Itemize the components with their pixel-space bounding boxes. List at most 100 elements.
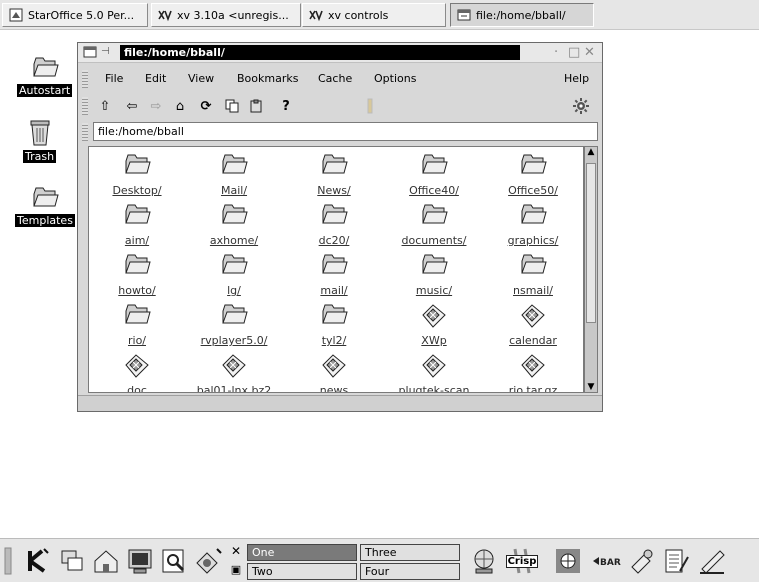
desktop-button-three[interactable]: Three — [360, 544, 460, 561]
item-name: rio.tar.gz — [508, 384, 558, 393]
window-title: file:/home/bball/ — [120, 45, 520, 60]
folder-item[interactable]: graphics/ — [485, 201, 581, 247]
menu-file[interactable]: File — [105, 72, 123, 85]
scrollbar-thumb[interactable] — [586, 163, 596, 323]
folder-item[interactable]: axhome/ — [186, 201, 282, 247]
notes-icon[interactable] — [660, 545, 692, 577]
folder-item[interactable]: howto/ — [89, 251, 185, 297]
file-item[interactable]: XWp — [386, 301, 482, 347]
home-icon[interactable]: ⌂ — [172, 98, 188, 114]
task-staroffice[interactable]: StarOffice 5.0 Per... — [2, 3, 148, 27]
desktop-icon-autostart[interactable]: Autostart — [17, 52, 73, 97]
window-menu-icon[interactable] — [83, 45, 97, 59]
maximize-icon[interactable]: □ — [568, 45, 580, 60]
locationbar-grip[interactable] — [82, 123, 88, 141]
folder-item[interactable]: rio/ — [89, 301, 185, 347]
file-item[interactable]: rio.tar.gz — [485, 351, 581, 393]
task-label: file:/home/bball/ — [476, 8, 566, 22]
menu-options[interactable]: Options — [374, 72, 416, 85]
close-icon[interactable]: ✕ — [584, 45, 595, 60]
folder-item[interactable]: News/ — [286, 151, 382, 197]
folder-item[interactable]: music/ — [386, 251, 482, 297]
file-browser-window: ⊣ file:/home/bball/ · □ ✕ File Edit View… — [77, 42, 603, 412]
desktop-button-one[interactable]: One — [247, 544, 357, 561]
desktop-button-four[interactable]: Four — [360, 563, 460, 580]
folder-item[interactable]: Desktop/ — [89, 151, 185, 197]
menubar-grip[interactable] — [82, 70, 88, 88]
menu-cache[interactable]: Cache — [318, 72, 352, 85]
svg-text:BAR: BAR — [600, 558, 621, 568]
folder-item[interactable]: aim/ — [89, 201, 185, 247]
kde-menu-icon[interactable] — [22, 545, 54, 577]
stop-icon[interactable] — [362, 98, 378, 114]
folder-item[interactable]: Office50/ — [485, 151, 581, 197]
task-label: xv controls — [328, 8, 389, 22]
folder-item[interactable]: lg/ — [186, 251, 282, 297]
item-name: music/ — [415, 284, 453, 297]
copy-icon[interactable] — [224, 98, 240, 114]
folder-item[interactable]: mail/ — [286, 251, 382, 297]
folder-icon — [219, 201, 249, 232]
task-label: xv 3.10a <unregis... — [177, 8, 289, 22]
folder-item[interactable]: dc20/ — [286, 201, 382, 247]
folder-item[interactable]: documents/ — [386, 201, 482, 247]
windows-icon[interactable] — [56, 545, 88, 577]
up-icon[interactable]: ⇧ — [97, 98, 113, 114]
folder-item[interactable]: tyl2/ — [286, 301, 382, 347]
baru-icon[interactable]: BAR — [590, 545, 622, 577]
item-name: lg/ — [227, 284, 241, 297]
task-file-browser[interactable]: file:/home/bball/ — [450, 3, 594, 27]
forward-icon[interactable]: ⇨ — [148, 98, 164, 114]
desktop-icon-label: Templates — [15, 214, 75, 227]
home-icon[interactable] — [90, 545, 122, 577]
menu-view[interactable]: View — [188, 72, 214, 85]
item-name: documents/ — [401, 234, 467, 247]
back-icon[interactable]: ⇦ — [124, 98, 140, 114]
find-icon[interactable] — [158, 545, 190, 577]
scroll-up-arrow-icon[interactable]: ▲ — [585, 147, 597, 157]
gear-icon[interactable] — [573, 98, 589, 114]
task-xv-controls[interactable]: xv controls — [302, 3, 446, 27]
globe-icon[interactable] — [468, 545, 500, 577]
crisp-icon[interactable]: Crisp — [505, 545, 539, 577]
network-icon[interactable] — [552, 545, 584, 577]
minimize-icon[interactable]: · — [554, 45, 558, 60]
folder-item[interactable]: Mail/ — [186, 151, 282, 197]
panel-handle[interactable] — [2, 545, 14, 577]
folder-item[interactable]: rvplayer5.0/ — [186, 301, 282, 347]
close-icon[interactable]: ✕ — [230, 543, 242, 559]
file-item[interactable]: doc — [89, 351, 185, 392]
sticky-pin-icon[interactable]: ⊣ — [101, 46, 110, 57]
file-item[interactable]: bal01-lnx.bz2 — [186, 351, 282, 392]
scroll-down-arrow-icon[interactable]: ▼ — [585, 382, 597, 392]
item-name: XWp — [421, 334, 447, 347]
item-name: plugtek-scan — [398, 384, 470, 393]
file-item[interactable]: news — [286, 351, 382, 392]
folder-icon — [32, 57, 59, 77]
task-xv[interactable]: xv 3.10a <unregis... — [151, 3, 301, 27]
vertical-scrollbar[interactable]: ▲ ▼ — [584, 146, 598, 393]
menu-bookmarks[interactable]: Bookmarks — [237, 72, 298, 85]
file-item[interactable]: calendar — [485, 301, 581, 347]
help-icon[interactable]: ? — [278, 98, 294, 114]
lock-icon[interactable]: ▣ — [230, 561, 242, 577]
settings-icon[interactable] — [192, 545, 224, 577]
menu-help[interactable]: Help — [564, 72, 589, 85]
toolbar-grip[interactable] — [82, 97, 88, 115]
reload-icon[interactable]: ⟳ — [198, 98, 214, 114]
tools-icon[interactable] — [626, 545, 658, 577]
desktop-button-two[interactable]: Two — [247, 563, 357, 580]
file-item[interactable]: plugtek-scan — [386, 351, 482, 393]
location-input[interactable]: file:/home/bball — [93, 122, 598, 141]
menu-edit[interactable]: Edit — [145, 72, 166, 85]
paste-icon[interactable] — [248, 98, 264, 114]
folder-item[interactable]: Office40/ — [386, 151, 482, 197]
desktop-icon-trash[interactable]: Trash — [23, 116, 57, 163]
terminal-icon[interactable] — [124, 545, 156, 577]
item-name: Office50/ — [508, 184, 558, 197]
desktop-icon-templates[interactable]: Templates — [15, 182, 75, 227]
folder-icon — [319, 251, 349, 282]
folder-item[interactable]: nsmail/ — [485, 251, 581, 297]
edit-icon[interactable] — [696, 545, 728, 577]
window-titlebar[interactable]: ⊣ file:/home/bball/ · □ ✕ — [78, 43, 602, 63]
